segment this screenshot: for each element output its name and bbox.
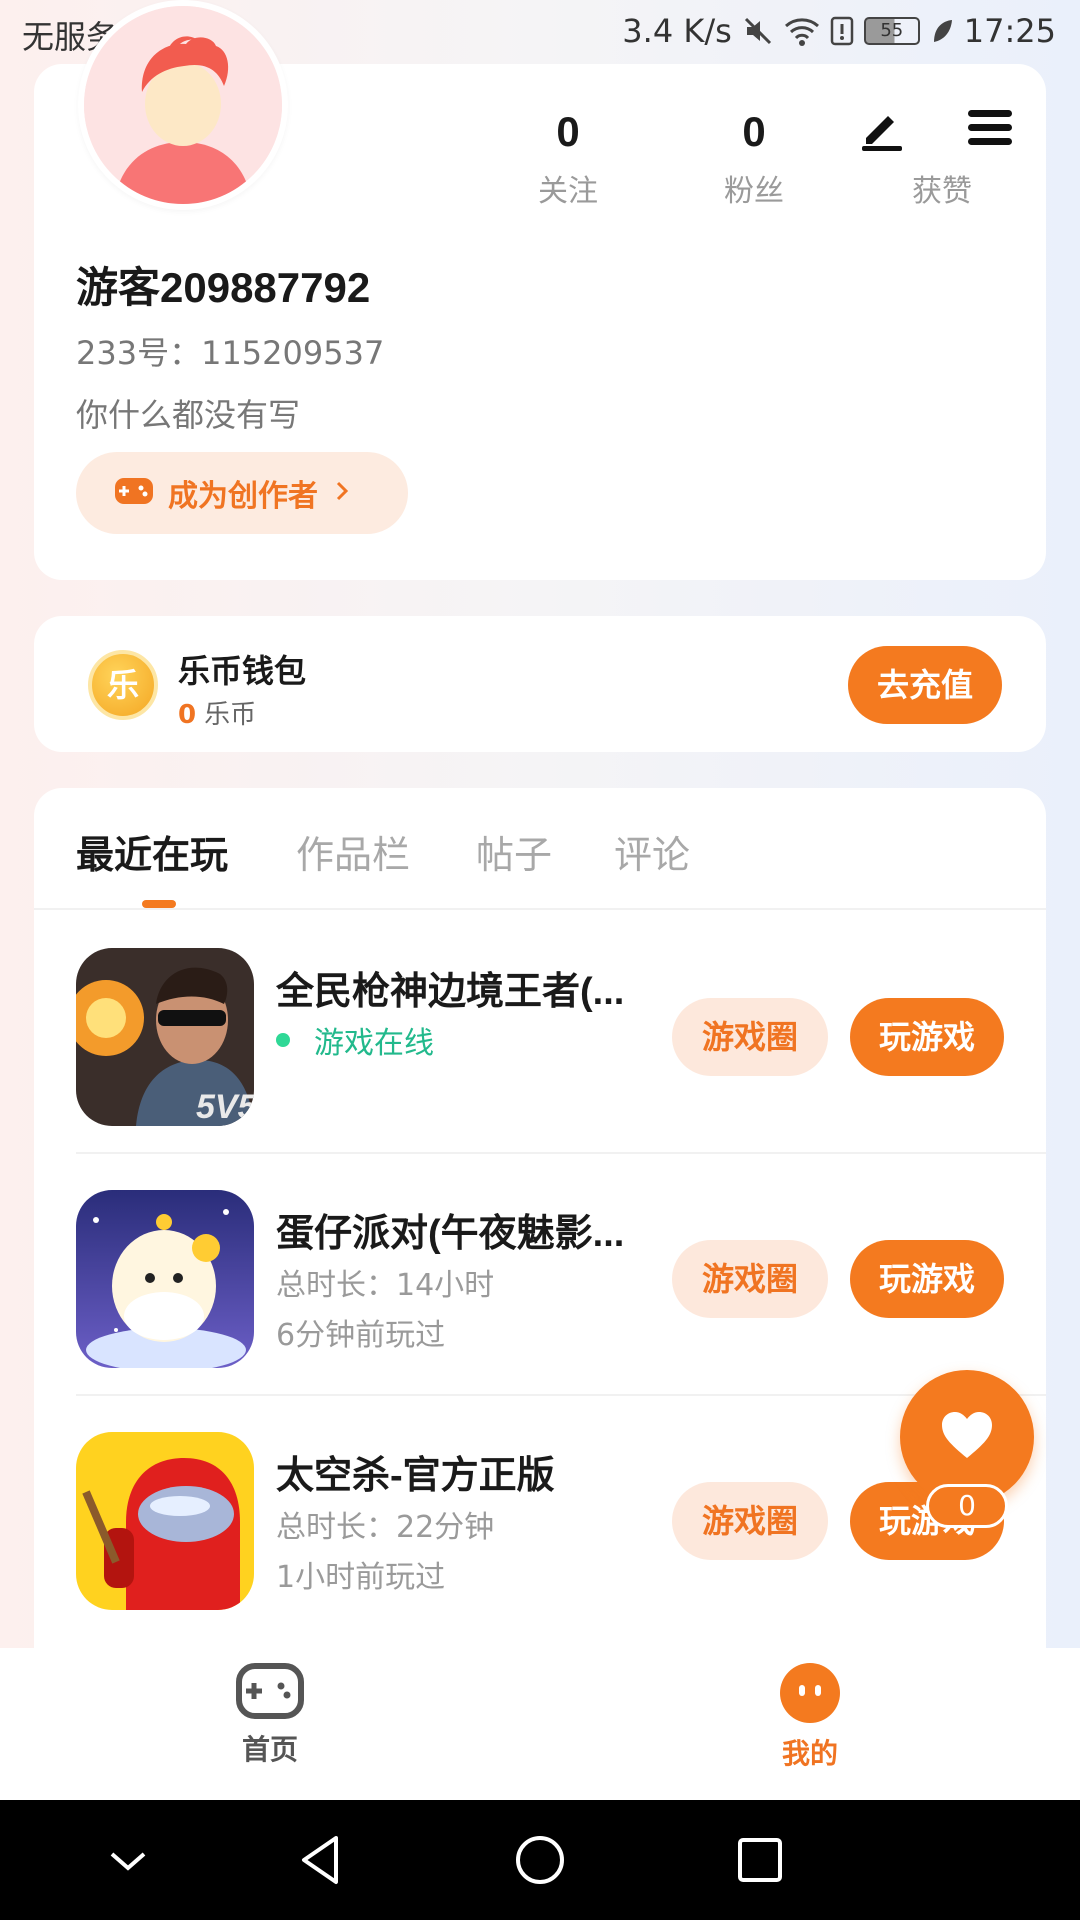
tab-works[interactable]: 作品栏 xyxy=(296,824,410,879)
nav-mine-label: 我的 xyxy=(781,1737,838,1770)
game-icon-3[interactable] xyxy=(76,1432,254,1610)
user-id: 233号：115209537 xyxy=(76,334,385,372)
nav-mine[interactable]: 我的 xyxy=(730,1662,890,1772)
coin-icon: 乐 xyxy=(88,650,158,720)
profile-face-icon xyxy=(779,1663,841,1728)
game-icon-2[interactable] xyxy=(76,1190,254,1368)
game-row-3[interactable]: 太空杀-官方正版 总时长：22分钟 1小时前玩过 游戏圈 玩游戏 xyxy=(34,1396,1046,1638)
game-last-played-2: 6分钟前玩过 xyxy=(276,1318,446,1353)
heart-icon xyxy=(940,1410,994,1464)
play-game-button-2[interactable]: 玩游戏 xyxy=(850,1240,1004,1318)
network-speed: 3.4 K/s xyxy=(622,12,732,50)
tab-comments[interactable]: 评论 xyxy=(614,824,690,879)
nav-home-label: 首页 xyxy=(241,1733,298,1766)
wallet-title: 乐币钱包 xyxy=(178,652,307,690)
game-playtime-3: 总时长：22分钟 xyxy=(276,1510,495,1545)
stat-following[interactable]: 0 关注 xyxy=(508,104,628,210)
wallet-balance: 0 乐币 xyxy=(178,694,256,731)
become-creator-label: 成为创作者 xyxy=(168,479,318,514)
tab-bar: 最近在玩 作品栏 帖子 评论 xyxy=(34,788,1046,910)
leaf-icon xyxy=(930,18,954,44)
wallet-unit: 乐币 xyxy=(204,700,257,730)
game-circle-button-2[interactable]: 游戏圈 xyxy=(672,1240,828,1318)
tab-indicator xyxy=(142,900,176,908)
game-circle-button-3[interactable]: 游戏圈 xyxy=(672,1482,828,1560)
online-label: 游戏在线 xyxy=(314,1026,434,1061)
become-creator-button[interactable]: 成为创作者 xyxy=(76,452,408,534)
battery-indicator: 55 xyxy=(863,17,920,45)
system-nav-bar xyxy=(0,1800,1080,1920)
gamepad-icon xyxy=(235,1663,305,1724)
tab-recently-played[interactable]: 最近在玩 xyxy=(76,824,228,879)
edit-profile-icon[interactable] xyxy=(858,104,906,152)
recharge-button[interactable]: 去充值 xyxy=(848,646,1002,724)
collapse-chevron-icon[interactable] xyxy=(98,1830,158,1890)
following-label: 关注 xyxy=(538,174,598,209)
game-row-1[interactable]: 5V5 全民枪神边境王者(... 游戏在线 游戏圈 玩游戏 xyxy=(34,912,1046,1154)
alert-sim-icon xyxy=(830,16,854,46)
game-online-status: 游戏在线 xyxy=(276,1018,434,1062)
game-title-2: 蛋仔派对(午夜魅影... xyxy=(276,1213,625,1255)
clock: 17:25 xyxy=(963,12,1056,50)
game-last-played-3: 1小时前玩过 xyxy=(276,1560,446,1595)
chevron-right-icon xyxy=(332,478,352,508)
tab-posts[interactable]: 帖子 xyxy=(476,824,552,879)
nav-home[interactable]: 首页 xyxy=(190,1662,350,1768)
likes-label: 获赞 xyxy=(912,174,972,209)
wifi-icon xyxy=(784,16,820,46)
mute-icon xyxy=(742,15,774,47)
favorite-count: 0 xyxy=(926,1484,1008,1528)
username: 游客209887792 xyxy=(76,264,371,311)
followers-count: 0 xyxy=(742,108,766,155)
online-dot xyxy=(276,1033,290,1047)
followers-label: 粉丝 xyxy=(724,174,784,209)
recents-square-icon[interactable] xyxy=(730,1830,790,1890)
game-circle-button-1[interactable]: 游戏圈 xyxy=(672,998,828,1076)
game-title-1: 全民枪神边境王者(... xyxy=(276,971,625,1013)
home-circle-icon[interactable] xyxy=(510,1830,570,1890)
bottom-tab-bar: 首页 我的 xyxy=(0,1648,1080,1800)
game-title-3: 太空杀-官方正版 xyxy=(276,1455,555,1497)
avatar[interactable] xyxy=(78,0,288,210)
menu-icon[interactable] xyxy=(966,106,1014,150)
game-row-2[interactable]: 蛋仔派对(午夜魅影... 总时长：14小时 6分钟前玩过 游戏圈 玩游戏 xyxy=(34,1154,1046,1396)
play-game-button-1[interactable]: 玩游戏 xyxy=(850,998,1004,1076)
wallet-amount: 0 xyxy=(178,700,197,730)
game-icon-1[interactable]: 5V5 xyxy=(76,948,254,1126)
back-icon[interactable] xyxy=(292,1830,352,1890)
recent-games-card: 最近在玩 作品栏 帖子 评论 5V5 全民枪神边境王者(... 游戏在线 游戏圈… xyxy=(34,788,1046,1648)
svg-text:5V5: 5V5 xyxy=(196,1088,254,1126)
following-count: 0 xyxy=(556,108,580,155)
user-bio: 你什么都没有写 xyxy=(76,396,301,434)
gamepad-icon xyxy=(114,475,154,511)
game-playtime-2: 总时长：14小时 xyxy=(276,1268,495,1303)
wallet-card[interactable]: 乐 乐币钱包 0 乐币 去充值 xyxy=(34,616,1046,752)
stat-followers[interactable]: 0 粉丝 xyxy=(694,104,814,210)
